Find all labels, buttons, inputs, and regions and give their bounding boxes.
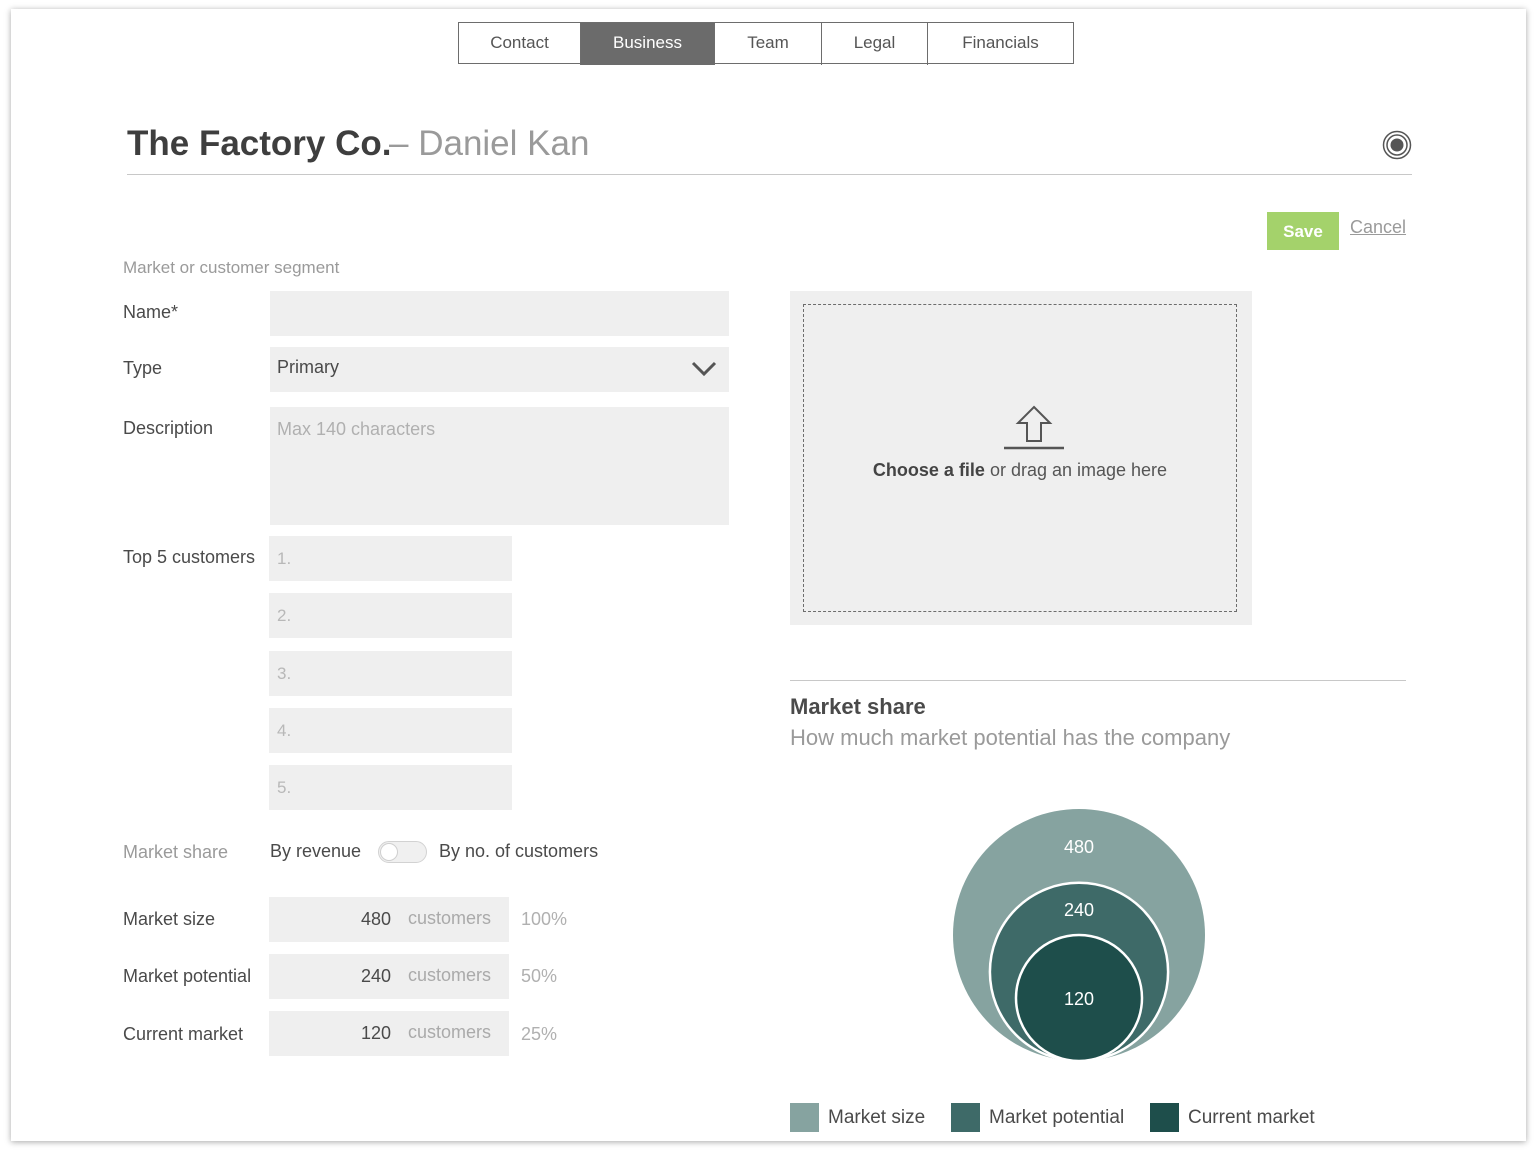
type-value: Primary <box>277 357 339 377</box>
image-upload-area[interactable]: Choose a file or drag an image here <box>790 291 1252 625</box>
bubble-label-current-market: 120 <box>1064 989 1094 1009</box>
bubble-label-market-size: 480 <box>1064 837 1094 857</box>
name-input[interactable] <box>270 291 729 336</box>
market-share-toggle[interactable] <box>378 841 427 863</box>
legend-swatch-current-market <box>1150 1103 1179 1132</box>
tab-contact[interactable]: Contact <box>459 23 581 65</box>
tab-business[interactable]: Business <box>581 23 715 65</box>
customer-placeholder: 1. <box>277 549 292 568</box>
customer-placeholder: 3. <box>277 664 292 683</box>
customer-placeholder: 4. <box>277 721 292 740</box>
upload-icon <box>1004 405 1064 450</box>
legend-swatch-market-potential <box>951 1103 980 1132</box>
target-icon[interactable] <box>1382 130 1412 160</box>
customer-input-1[interactable]: 1. <box>269 536 512 581</box>
bubble-label-market-potential: 240 <box>1064 900 1094 920</box>
market-potential-value: 240 <box>360 966 391 986</box>
chart-subtitle: How much market potential has the compan… <box>790 725 1231 750</box>
customer-placeholder: 5. <box>277 778 292 797</box>
tab-team[interactable]: Team <box>715 23 822 65</box>
description-label: Description <box>123 418 214 438</box>
market-potential-input[interactable]: 240 customers <box>269 954 509 999</box>
customer-input-4[interactable]: 4. <box>269 708 512 753</box>
customer-placeholder: 2. <box>277 606 292 625</box>
market-size-label: Market size <box>123 909 216 929</box>
market-size-percent: 100% <box>521 909 568 929</box>
legend-market-potential: Market potential <box>951 1103 1124 1132</box>
market-size-value: 480 <box>360 909 391 929</box>
toggle-left-label: By revenue <box>270 841 362 861</box>
legend-label-current-market: Current market <box>1188 1106 1315 1128</box>
person-name-text: Daniel Kan <box>418 124 590 163</box>
market-size-unit: customers <box>407 908 491 928</box>
page-title: The Factory Co. – Daniel Kan <box>127 124 1412 175</box>
type-label: Type <box>123 358 163 378</box>
market-share-label: Market share <box>123 842 229 862</box>
upload-hint: or drag an image here <box>984 460 1168 480</box>
legend-current-market: Current market <box>1150 1103 1315 1132</box>
market-potential-unit: customers <box>407 965 491 985</box>
market-potential-label: Market potential <box>123 966 252 986</box>
upload-dropzone[interactable]: Choose a file or drag an image here <box>803 304 1237 612</box>
save-button[interactable]: Save <box>1267 212 1339 250</box>
description-placeholder: Max 140 characters <box>277 419 436 439</box>
current-market-value: 120 <box>360 1023 391 1043</box>
chart-divider <box>790 680 1406 681</box>
section-label: Market or customer segment <box>123 258 340 277</box>
market-size-input[interactable]: 480 customers <box>269 897 509 942</box>
chevron-down-icon <box>691 361 717 377</box>
toggle-knob <box>380 843 398 861</box>
type-select[interactable]: Primary <box>270 347 729 392</box>
customers-label: Top 5 customers <box>123 547 256 567</box>
tab-legal[interactable]: Legal <box>822 23 928 65</box>
customer-input-3[interactable]: 3. <box>269 651 512 696</box>
name-label: Name* <box>123 302 179 322</box>
company-name: The Factory Co. <box>127 124 392 163</box>
current-market-input[interactable]: 120 customers <box>269 1011 509 1056</box>
person-name: – Daniel Kan <box>389 124 589 164</box>
chart-title: Market share <box>790 694 926 719</box>
title-dash: – <box>389 124 409 163</box>
legend-label-market-potential: Market potential <box>989 1106 1125 1128</box>
tab-bar: Contact Business Team Legal Financials <box>458 22 1074 65</box>
customer-input-2[interactable]: 2. <box>269 593 512 638</box>
current-market-percent: 25% <box>521 1024 558 1044</box>
legend-market-size: Market size <box>790 1103 925 1132</box>
description-textarea[interactable]: Max 140 characters <box>270 407 729 525</box>
customer-input-5[interactable]: 5. <box>269 765 512 810</box>
upload-text: Choose a file or drag an image here <box>804 460 1236 481</box>
cancel-link[interactable]: Cancel <box>1350 217 1406 238</box>
toggle-right-label: By no. of customers <box>439 841 599 861</box>
choose-file-link[interactable]: Choose a file <box>873 460 985 480</box>
current-market-label: Current market <box>123 1024 244 1044</box>
tab-financials[interactable]: Financials <box>928 23 1073 65</box>
legend-label-market-size: Market size <box>828 1106 926 1128</box>
market-potential-percent: 50% <box>521 966 558 986</box>
legend-swatch-market-size <box>790 1103 819 1132</box>
market-share-chart: 480 240 120 <box>953 809 1205 1063</box>
current-market-unit: customers <box>407 1022 491 1042</box>
